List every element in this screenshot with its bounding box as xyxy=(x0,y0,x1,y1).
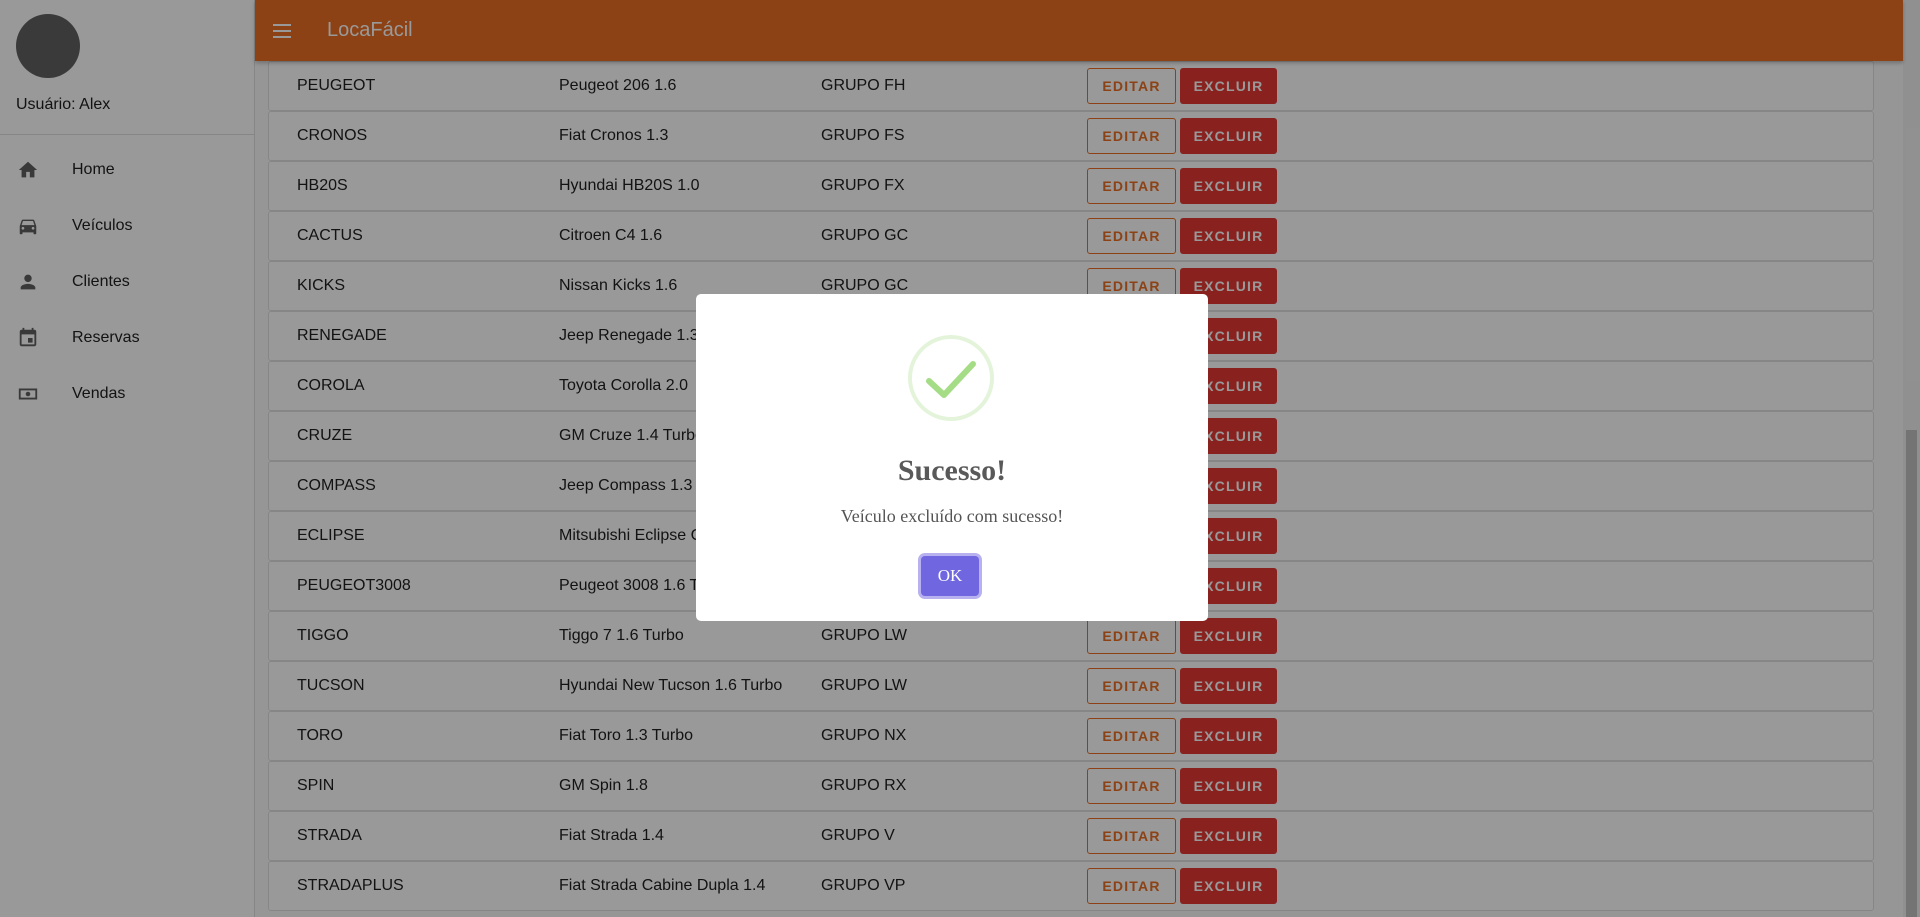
dialog-message: Veículo excluído com sucesso! xyxy=(840,506,1064,526)
ok-button[interactable]: OK xyxy=(921,556,979,596)
dialog-title: Sucesso! xyxy=(897,454,1007,487)
success-check-icon xyxy=(908,335,994,421)
success-dialog: Sucesso! Veículo excluído com sucesso! O… xyxy=(696,294,1208,621)
